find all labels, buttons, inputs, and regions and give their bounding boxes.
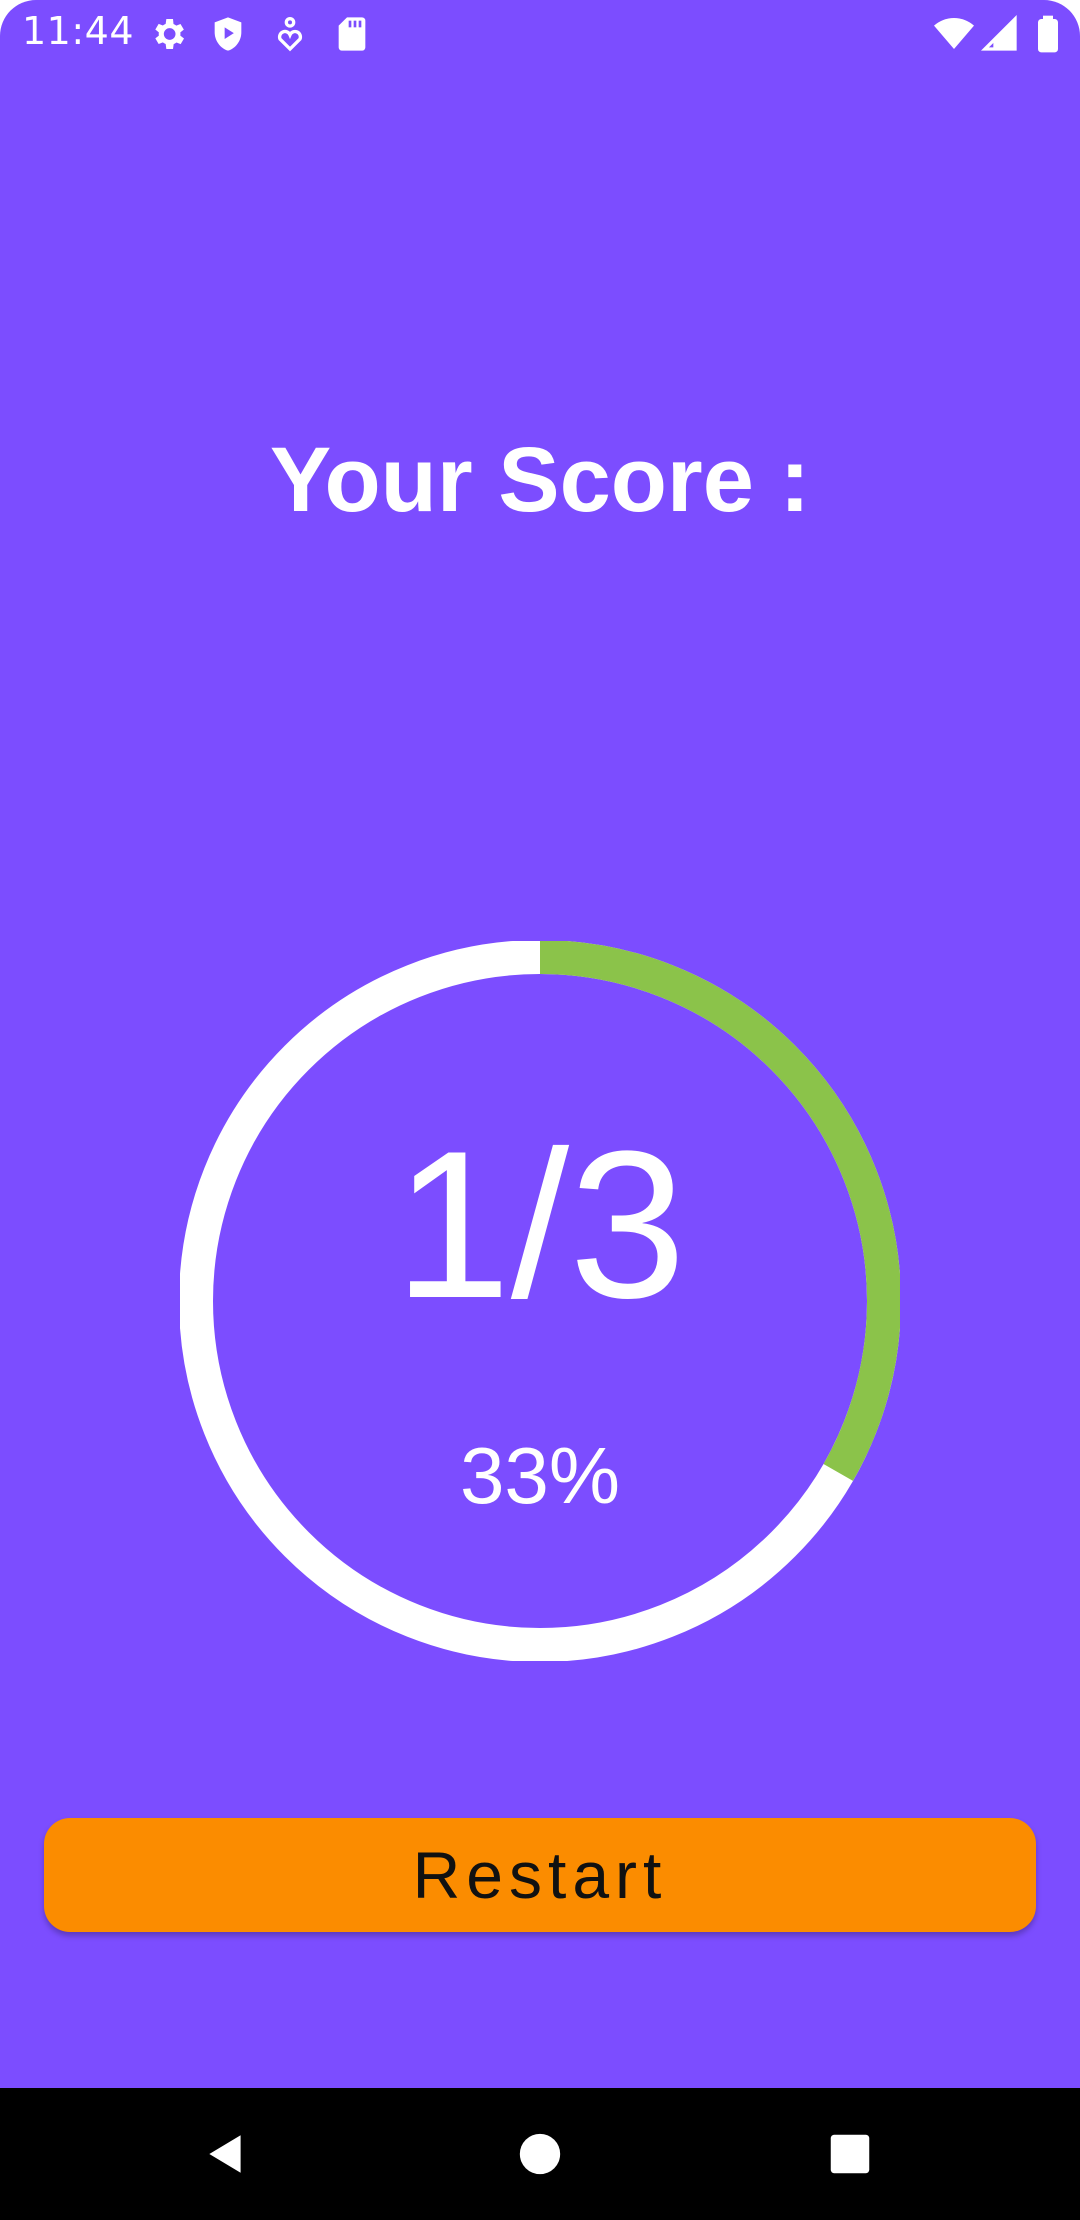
- navigation-bar: [0, 2088, 1080, 2220]
- gear-icon: [148, 14, 188, 54]
- accessibility-icon: [270, 14, 310, 54]
- score-percent: 33%: [459, 1431, 621, 1520]
- wifi-icon: [934, 14, 974, 54]
- shield-play-icon: [208, 14, 248, 54]
- battery-icon: [1028, 14, 1068, 54]
- back-icon[interactable]: [190, 2118, 262, 2190]
- cellular-signal-icon: [980, 14, 1020, 54]
- status-time: 11:44: [22, 9, 135, 53]
- sd-card-icon: [332, 14, 372, 54]
- score-screen: 11:44 Your Score: 1/3 33% Restart: [0, 0, 1080, 2220]
- recents-icon[interactable]: [814, 2118, 886, 2190]
- status-bar: 11:44: [0, 0, 1080, 66]
- score-fraction: 1/3: [394, 1107, 686, 1342]
- restart-button-label: Restart: [412, 1838, 668, 1912]
- restart-button[interactable]: Restart: [44, 1818, 1036, 1932]
- home-icon[interactable]: [504, 2118, 576, 2190]
- score-title: Your Score :: [269, 429, 811, 531]
